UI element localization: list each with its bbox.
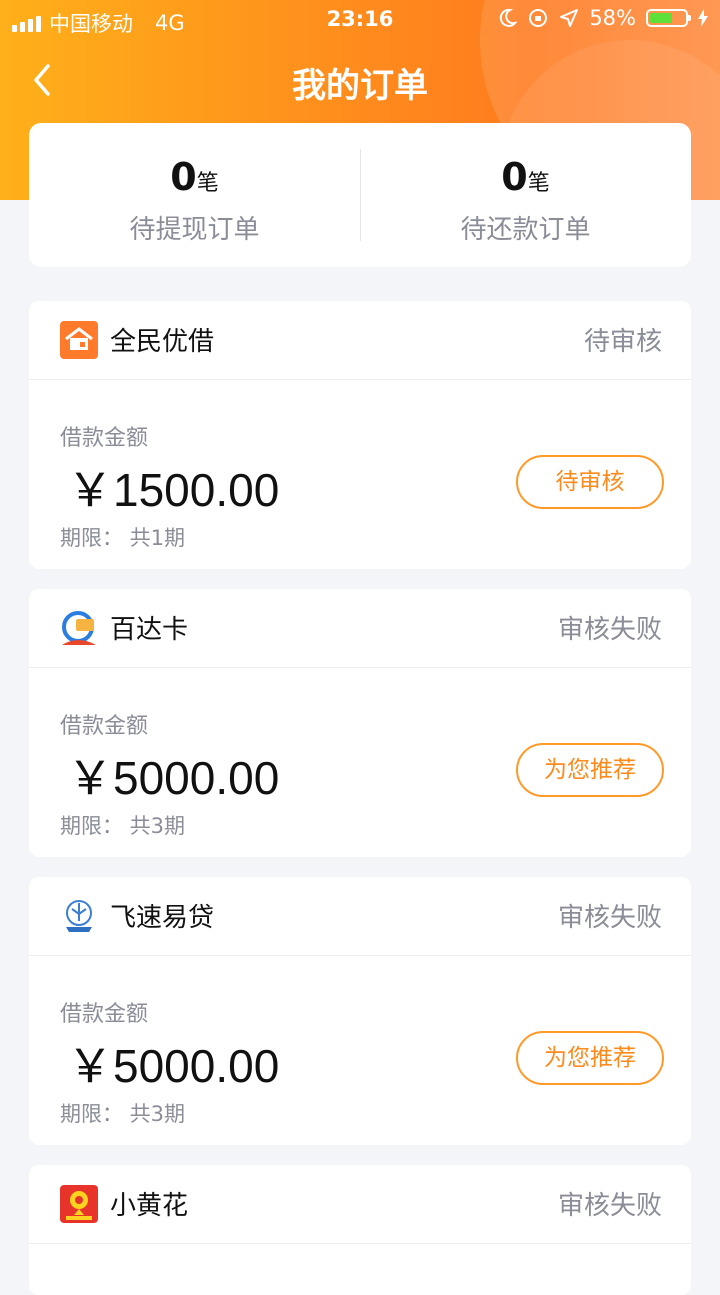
order-card[interactable]: 小黄花 审核失败 xyxy=(29,1165,691,1295)
battery-percent: 58% xyxy=(589,6,636,30)
nav-bar: 我的订单 xyxy=(0,44,720,118)
charging-icon xyxy=(698,9,708,27)
globe-icon xyxy=(66,900,92,932)
rotation-lock-icon xyxy=(529,9,548,27)
loan-term: 期限： 共3期 xyxy=(60,1102,186,1126)
order-card[interactable]: 百达卡 审核失败 借款金额 ￥5000.00 期限： 共3期 为您推荐 xyxy=(29,589,691,857)
lender-name: 百达卡 xyxy=(110,615,189,645)
withdraw-unit: 笔 xyxy=(196,171,219,196)
status-bar: 中国移动 4G 23:16 58% xyxy=(0,0,720,40)
loan-amount: ￥1500.00 xyxy=(67,464,280,516)
lender-name: 飞速易贷 xyxy=(110,903,215,933)
order-card[interactable]: 飞速易贷 审核失败 借款金额 ￥5000.00 期限： 共3期 为您推荐 xyxy=(29,877,691,1145)
repay-count: 0 xyxy=(501,155,528,199)
recommend-button[interactable]: 为您推荐 xyxy=(516,743,664,797)
order-card[interactable]: 全民优借 待审核 借款金额 ￥1500.00 期限： 共1期 待审核 xyxy=(29,301,691,569)
repay-unit: 笔 xyxy=(527,171,550,196)
loan-term: 期限： 共1期 xyxy=(60,526,186,550)
pending-review-button[interactable]: 待审核 xyxy=(516,455,664,509)
order-status: 审核失败 xyxy=(557,1191,662,1221)
amount-label: 借款金额 xyxy=(60,426,149,451)
amount-label: 借款金额 xyxy=(60,1002,149,1027)
order-status: 审核失败 xyxy=(557,903,662,933)
withdraw-summary[interactable]: 0笔 待提现订单 xyxy=(29,123,360,267)
order-status: 审核失败 xyxy=(557,615,662,645)
loan-term: 期限： 共3期 xyxy=(60,814,186,838)
order-card-header: 飞速易贷 审核失败 xyxy=(29,877,691,956)
order-card-header: 全民优借 待审核 xyxy=(29,301,691,380)
loan-amount: ￥5000.00 xyxy=(67,1040,280,1092)
repay-label: 待还款订单 xyxy=(460,215,591,245)
page-title: 我的订单 xyxy=(292,66,428,106)
repay-summary[interactable]: 0笔 待还款订单 xyxy=(360,123,691,267)
house-icon xyxy=(60,321,98,359)
order-status: 待审核 xyxy=(583,327,662,357)
battery-icon xyxy=(646,9,691,27)
card-icon xyxy=(62,611,96,645)
recommend-button[interactable]: 为您推荐 xyxy=(516,1031,664,1085)
moon-icon xyxy=(500,8,518,27)
withdraw-count: 0 xyxy=(170,155,197,199)
withdraw-label: 待提现订单 xyxy=(129,215,260,245)
order-card-header: 小黄花 审核失败 xyxy=(29,1165,691,1244)
loan-amount: ￥5000.00 xyxy=(67,752,280,804)
lender-name: 小黄花 xyxy=(110,1191,189,1221)
amount-label: 借款金额 xyxy=(60,714,149,739)
order-summary: 0笔 待提现订单 0笔 待还款订单 xyxy=(29,123,691,267)
lender-name: 全民优借 xyxy=(110,327,215,357)
location-icon xyxy=(560,9,579,27)
flower-icon xyxy=(60,1185,98,1223)
order-card-header: 百达卡 审核失败 xyxy=(29,589,691,668)
